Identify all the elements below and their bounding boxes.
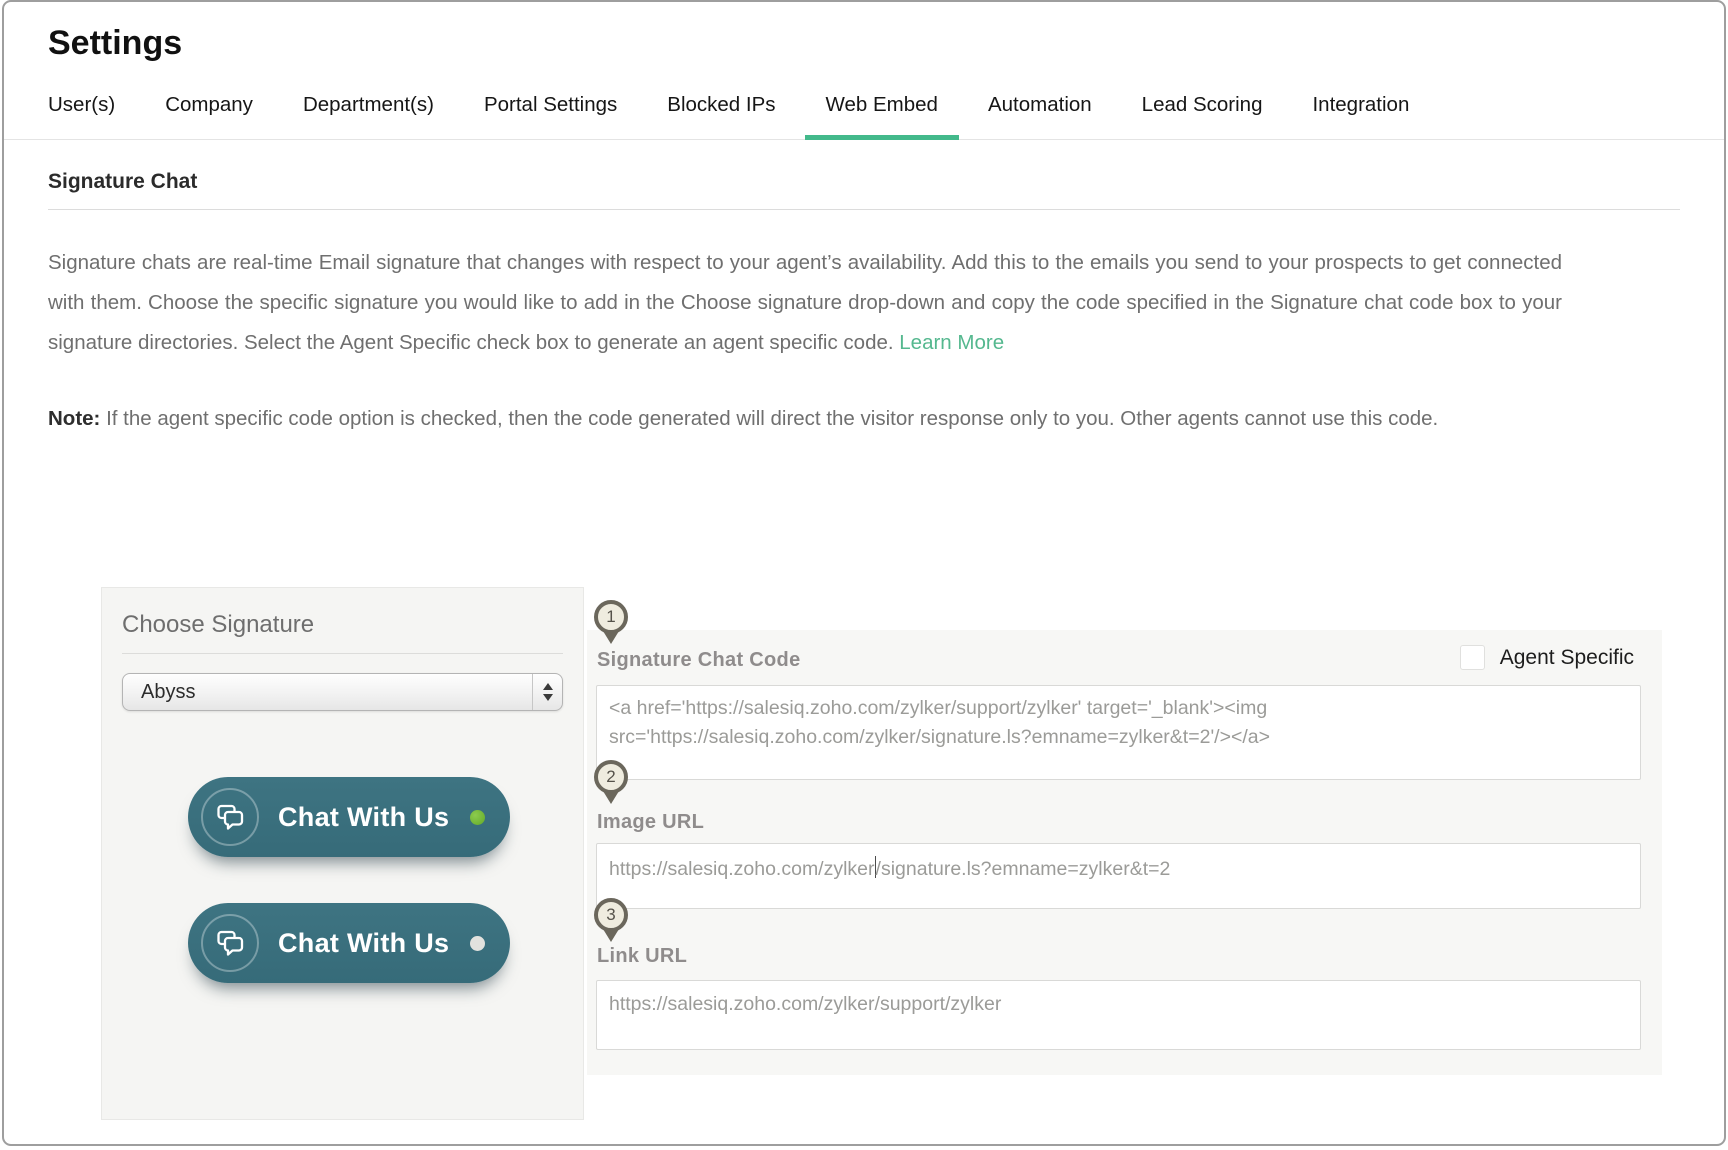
choose-signature-title: Choose Signature [122,611,315,638]
link-url-input[interactable]: https://salesiq.zoho.com/zylker/support/… [596,980,1641,1050]
signature-select-value: Abyss [141,680,196,703]
settings-window: Settings User(s) Company Department(s) P… [2,0,1726,1146]
signature-chat-code-textarea[interactable]: <a href='https://salesiq.zoho.com/zylker… [596,685,1641,780]
chat-button-label: Chat With Us [278,927,450,958]
agent-specific-row: Agent Specific [1459,645,1634,670]
tab-web-embed[interactable]: Web Embed [804,92,960,140]
online-status-dot [470,809,486,825]
step-marker-3: 3 [592,898,630,942]
signature-select[interactable]: Abyss [122,673,563,711]
learn-more-link[interactable]: Learn More [899,331,1004,354]
description-body: Signature chats are real-time Email sign… [48,251,1562,354]
arrow-up-icon [542,683,553,690]
tab-bar: User(s) Company Department(s) Portal Set… [4,64,1724,140]
arrow-down-icon [542,694,553,701]
signature-code-panel: Signature Chat Code Agent Specific <a hr… [587,630,1662,1075]
agent-specific-checkbox[interactable] [1459,645,1485,670]
description-text: Signature chats are real-time Email sign… [48,243,1562,363]
offline-status-dot [470,935,486,951]
tab-departments[interactable]: Department(s) [303,92,434,139]
select-stepper-icon [532,674,562,710]
tab-blocked-ips[interactable]: Blocked IPs [667,92,775,139]
section-title: Signature Chat [48,170,1680,210]
chat-button-label: Chat With Us [278,801,450,832]
chat-button-preview-offline: Chat With Us [188,903,510,983]
step-number: 2 [594,760,628,794]
step-number: 3 [594,898,628,932]
tab-automation[interactable]: Automation [988,92,1092,139]
tab-company[interactable]: Company [165,92,253,139]
choose-signature-panel: Choose Signature Abyss Chat With Us Chat… [101,587,584,1120]
chat-bubbles-icon [201,914,259,972]
pin-tip [603,631,619,644]
image-url-value-post: /signature.ls?emname=zylker&t=2 [875,858,1171,880]
note-text: Note: If the agent specific code option … [48,399,1562,439]
page-title: Settings [48,24,183,62]
step-marker-2: 2 [592,760,630,804]
image-url-label: Image URL [597,811,705,833]
image-url-value-pre: https://salesiq.zoho.com/zylker [609,858,875,880]
note-body: If the agent specific code option is che… [106,407,1439,430]
tab-integration[interactable]: Integration [1312,92,1409,139]
chat-bubbles-icon [201,788,259,846]
tab-lead-scoring[interactable]: Lead Scoring [1142,92,1263,139]
pin-tip [603,929,619,942]
agent-specific-label: Agent Specific [1499,645,1634,669]
note-label: Note: [48,407,101,430]
link-url-label: Link URL [597,945,688,967]
panel-divider [122,653,563,654]
chat-button-preview-online: Chat With Us [188,777,510,857]
step-marker-1: 1 [592,600,630,644]
pin-tip [603,791,619,804]
image-url-input[interactable]: https://salesiq.zoho.com/zylker/signatur… [596,843,1641,909]
tab-portal-settings[interactable]: Portal Settings [484,92,617,139]
signature-chat-code-label: Signature Chat Code [597,649,801,671]
tab-users[interactable]: User(s) [48,92,115,139]
step-number: 1 [594,600,628,634]
